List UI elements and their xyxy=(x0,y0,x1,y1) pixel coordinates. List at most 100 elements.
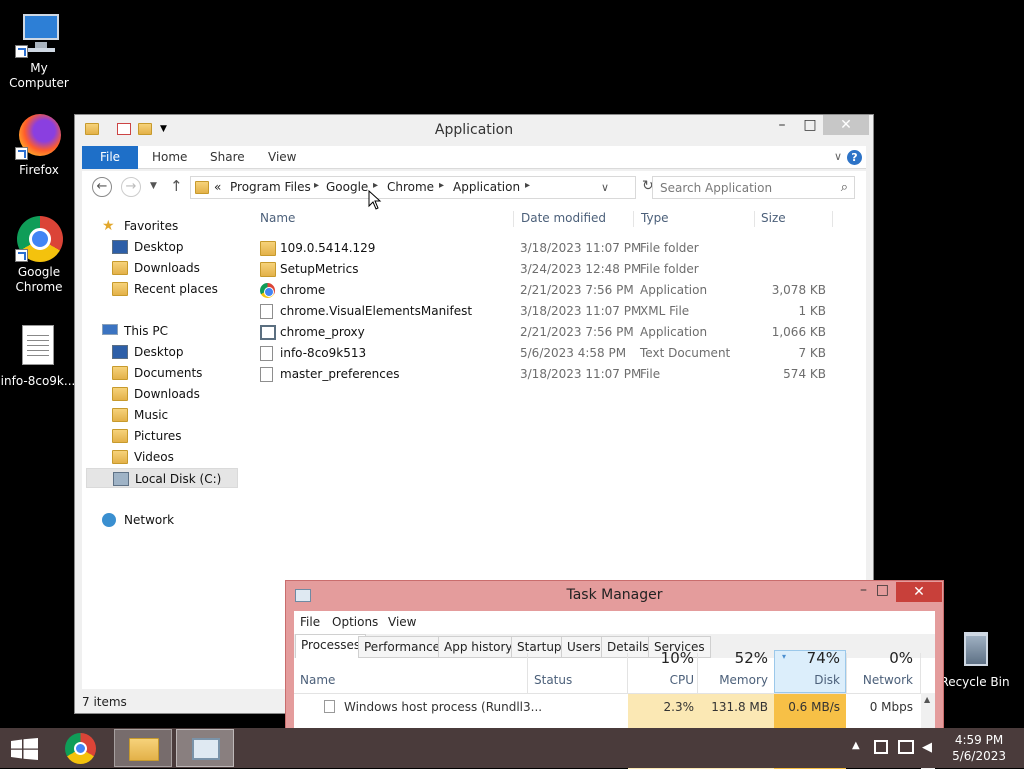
column-header-date[interactable]: Date modified xyxy=(521,211,606,225)
column-divider[interactable] xyxy=(633,211,634,227)
nav-recent-places[interactable]: Recent places xyxy=(112,279,218,299)
up-button[interactable]: ↑ xyxy=(170,177,183,195)
nav-this-pc-downloads[interactable]: Downloads xyxy=(112,384,200,404)
help-icon[interactable]: ? xyxy=(847,150,862,165)
file-row[interactable]: master_preferences 3/18/2023 11:07 PM Fi… xyxy=(252,364,852,385)
tab-share[interactable]: Share xyxy=(200,146,255,169)
nav-favorites-downloads[interactable]: Downloads xyxy=(112,258,200,278)
tab-processes[interactable]: Processes xyxy=(295,634,367,658)
text-file-icon xyxy=(14,323,62,371)
nav-documents[interactable]: Documents xyxy=(112,363,202,383)
chrome-icon xyxy=(15,214,63,262)
column-header-cpu[interactable]: CPU xyxy=(628,673,694,687)
column-divider[interactable] xyxy=(754,211,755,227)
desktop-icon-info-file[interactable]: info-8co9k... xyxy=(0,323,76,389)
maximize-button[interactable]: □ xyxy=(795,115,825,135)
address-bar[interactable]: « Program Files ▸ Google ▸ Chrome ▸ Appl… xyxy=(190,176,636,199)
tab-view[interactable]: View xyxy=(258,146,306,169)
tab-home[interactable]: Home xyxy=(142,146,197,169)
file-row[interactable]: chrome_proxy 2/21/2023 7:56 PM Applicati… xyxy=(252,322,852,343)
desktop-icon-firefox[interactable]: Firefox xyxy=(1,112,77,178)
chrome-button[interactable] xyxy=(52,729,110,767)
nav-label: Downloads xyxy=(134,387,200,401)
desktop-icon-recycle-bin[interactable]: Recycle Bin xyxy=(937,628,1013,690)
start-button[interactable] xyxy=(0,729,48,767)
menu-options[interactable]: Options xyxy=(332,615,378,629)
column-divider[interactable] xyxy=(832,211,833,227)
desktop-icon-my-computer[interactable]: My Computer xyxy=(1,10,77,91)
minimize-button[interactable]: – xyxy=(860,582,867,598)
system-clock[interactable]: 4:59 PM 5/6/2023 xyxy=(952,732,1006,764)
column-header-size[interactable]: Size xyxy=(761,211,786,225)
column-header-disk[interactable]: Disk xyxy=(774,673,840,687)
scroll-up-icon[interactable]: ▲ xyxy=(924,695,930,704)
menu-file[interactable]: File xyxy=(300,615,320,629)
nav-music[interactable]: Music xyxy=(112,405,168,425)
computer-icon xyxy=(102,324,118,335)
nav-pictures[interactable]: Pictures xyxy=(112,426,182,446)
title-bar[interactable]: Task Manager – □ ✕ xyxy=(286,581,943,611)
nav-network[interactable]: Network xyxy=(102,510,174,530)
tab-startup[interactable]: Startup xyxy=(511,636,568,658)
column-header-memory[interactable]: Memory xyxy=(698,673,768,687)
menu-view[interactable]: View xyxy=(388,615,416,629)
volume-muted-icon[interactable]: ◀ xyxy=(922,740,932,755)
file-row[interactable]: 109.0.5414.129 3/18/2023 11:07 PM File f… xyxy=(252,238,852,259)
window-title: Application xyxy=(434,122,514,138)
network-status-icon[interactable] xyxy=(898,740,914,754)
breadcrumb-application[interactable]: Application xyxy=(453,180,520,194)
column-header-type[interactable]: Type xyxy=(641,211,669,225)
breadcrumb-program-files[interactable]: Program Files xyxy=(230,180,311,194)
process-row[interactable]: Windows host process (Rundll3... 2.3% 13… xyxy=(294,693,935,721)
file-row[interactable]: SetupMetrics 3/24/2023 12:48 PM File fol… xyxy=(252,259,852,280)
nav-videos[interactable]: Videos xyxy=(112,447,174,467)
nav-favorites[interactable]: ★ Favorites xyxy=(102,216,178,236)
breadcrumb-overflow[interactable]: « xyxy=(214,180,221,194)
column-header-status[interactable]: Status xyxy=(534,673,572,687)
minimize-button[interactable]: – xyxy=(767,115,797,135)
file-row[interactable]: chrome.VisualElementsManifest 3/18/2023 … xyxy=(252,301,852,322)
tab-file[interactable]: File xyxy=(82,146,138,169)
maximize-button[interactable]: □ xyxy=(876,582,889,598)
column-divider[interactable] xyxy=(527,653,528,693)
recent-locations-icon[interactable]: ▼ xyxy=(150,181,157,191)
tab-performance[interactable]: Performance xyxy=(358,636,447,658)
file-type: XML File xyxy=(640,304,690,318)
column-divider[interactable] xyxy=(920,653,921,693)
videos-folder-icon xyxy=(112,450,128,464)
show-hidden-icons-button[interactable]: ▲ xyxy=(852,740,860,751)
tab-app-history[interactable]: App history xyxy=(438,636,519,658)
desktop-icon-google-chrome[interactable]: Google Chrome xyxy=(1,214,77,295)
close-button[interactable]: ✕ xyxy=(823,115,869,135)
search-input[interactable]: Search Application ⌕ xyxy=(652,176,855,199)
breadcrumb-google[interactable]: Google xyxy=(326,180,368,194)
forward-button[interactable]: → xyxy=(121,177,141,197)
back-button[interactable]: ← xyxy=(92,177,112,197)
navigation-bar: ← → ▼ ↑ « Program Files ▸ Google ▸ Chrom… xyxy=(82,171,866,203)
nav-this-pc[interactable]: This PC xyxy=(102,321,168,341)
tab-users[interactable]: Users xyxy=(561,636,607,658)
breadcrumb-separator[interactable]: ▸ xyxy=(439,180,444,191)
column-header-name[interactable]: Name xyxy=(300,673,335,687)
column-divider[interactable] xyxy=(513,211,514,227)
nav-favorites-desktop[interactable]: Desktop xyxy=(112,237,184,257)
file-row[interactable]: info-8co9k513 5/6/2023 4:58 PM Text Docu… xyxy=(252,343,852,364)
column-header-name[interactable]: Name xyxy=(260,211,295,225)
breadcrumb-separator[interactable]: ▸ xyxy=(525,180,530,191)
recycle-bin-icon xyxy=(951,628,999,672)
file-explorer-button[interactable] xyxy=(114,729,172,767)
address-dropdown-icon[interactable]: ∨ xyxy=(601,181,609,194)
column-header-network[interactable]: Network xyxy=(847,673,913,687)
file-size: 7 KB xyxy=(798,346,826,360)
file-date: 2/21/2023 7:56 PM xyxy=(520,283,634,297)
nav-this-pc-desktop[interactable]: Desktop xyxy=(112,342,184,362)
task-manager-button[interactable] xyxy=(176,729,234,767)
breadcrumb-separator[interactable]: ▸ xyxy=(314,180,319,191)
nav-local-disk[interactable]: Local Disk (C:) xyxy=(86,468,238,488)
title-bar[interactable]: ▼ Application – □ ✕ xyxy=(75,115,873,145)
action-center-icon[interactable] xyxy=(874,740,888,754)
close-button[interactable]: ✕ xyxy=(896,582,942,602)
expand-ribbon-icon[interactable]: ∨ xyxy=(834,150,842,163)
breadcrumb-chrome[interactable]: Chrome xyxy=(387,180,434,194)
file-row[interactable]: chrome 2/21/2023 7:56 PM Application 3,0… xyxy=(252,280,852,301)
